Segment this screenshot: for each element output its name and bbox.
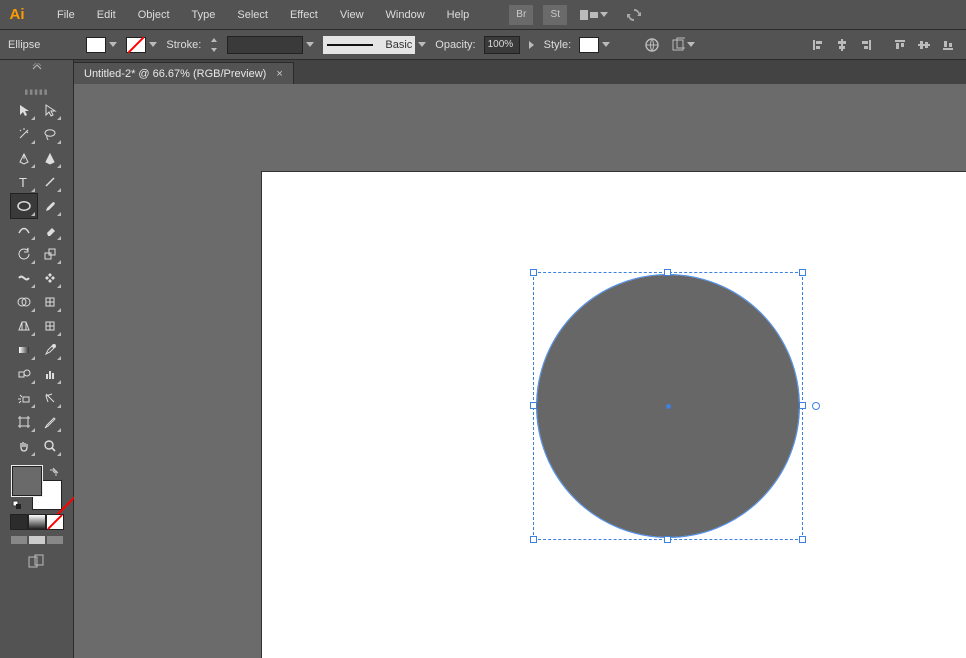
menu-effect[interactable]: Effect	[281, 5, 327, 25]
stroke-profile-dropdown[interactable]	[227, 36, 315, 54]
selection-bounding-box[interactable]	[533, 272, 803, 540]
opacity-field[interactable]: 100%	[484, 36, 520, 54]
chevron-down-icon	[418, 42, 427, 47]
tool-panel: ▮▮▮▮▮ T	[0, 84, 74, 658]
app-logo: Ai	[6, 6, 28, 23]
swap-fill-stroke-icon[interactable]	[48, 466, 60, 478]
curvature-tool[interactable]	[37, 146, 63, 170]
color-mode-none[interactable]	[46, 514, 64, 530]
opacity-label: Opacity:	[435, 39, 475, 51]
opacity-slider-toggle[interactable]	[528, 41, 536, 49]
bridge-button[interactable]: Br	[509, 5, 533, 25]
brush-dropdown[interactable]: Basic	[323, 36, 427, 54]
resize-handle-mr[interactable]	[799, 402, 806, 409]
menu-file[interactable]: File	[48, 5, 84, 25]
menu-object[interactable]: Object	[129, 5, 179, 25]
ellipse-tool[interactable]	[11, 194, 37, 218]
mesh-tool[interactable]	[37, 314, 63, 338]
brush-name: Basic	[385, 39, 412, 51]
stroke-label: Stroke:	[166, 39, 201, 51]
menu-view[interactable]: View	[331, 5, 373, 25]
align-right-button[interactable]	[856, 36, 876, 54]
perspective-grid-tool[interactable]	[11, 314, 37, 338]
transform-panel-button[interactable]	[671, 36, 693, 54]
lasso-tool[interactable]	[37, 122, 63, 146]
pie-widget-handle[interactable]	[812, 402, 820, 410]
menu-help[interactable]: Help	[438, 5, 479, 25]
stroke-weight-field[interactable]	[209, 37, 219, 53]
paintbrush-tool[interactable]	[37, 194, 63, 218]
svg-text:T: T	[19, 175, 27, 189]
chevron-down-icon	[149, 42, 158, 47]
column-graph-tool[interactable]	[37, 362, 63, 386]
color-mode-solid[interactable]	[10, 514, 28, 530]
default-fill-stroke-icon[interactable]	[12, 500, 22, 510]
scale-tool[interactable]	[37, 242, 63, 266]
chevron-down-icon	[109, 42, 118, 47]
style-label: Style:	[544, 39, 572, 51]
chevron-down-icon	[602, 42, 611, 47]
resize-handle-tl[interactable]	[530, 269, 537, 276]
live-paint-bucket-tool[interactable]	[37, 290, 63, 314]
zoom-tool[interactable]	[37, 434, 63, 458]
stroke-swatch[interactable]	[126, 37, 158, 53]
type-tool[interactable]: T	[11, 170, 37, 194]
blend-tool[interactable]	[11, 362, 37, 386]
line-segment-tool[interactable]	[37, 170, 63, 194]
fill-swatch[interactable]	[86, 37, 118, 53]
arrange-documents-button[interactable]	[580, 10, 609, 20]
eyedropper-tool[interactable]	[37, 338, 63, 362]
shape-builder-tool[interactable]	[11, 290, 37, 314]
shaper-tool[interactable]	[11, 218, 37, 242]
draw-mode-button[interactable]	[27, 554, 47, 573]
resize-handle-bm[interactable]	[664, 536, 671, 543]
chevron-down-icon	[600, 12, 609, 17]
document-title: Untitled-2* @ 66.67% (RGB/Preview)	[84, 68, 266, 80]
width-tool[interactable]	[11, 266, 37, 290]
document-tab[interactable]: Untitled-2* @ 66.67% (RGB/Preview) ×	[74, 62, 294, 84]
pen-tool[interactable]	[11, 146, 37, 170]
canvas-area[interactable]	[74, 84, 966, 658]
hand-tool[interactable]	[11, 434, 37, 458]
toolpanel-collapse-button[interactable]	[0, 60, 74, 84]
align-top-button[interactable]	[890, 36, 910, 54]
align-left-button[interactable]	[808, 36, 828, 54]
resize-handle-tr[interactable]	[799, 269, 806, 276]
align-bottom-button[interactable]	[938, 36, 958, 54]
fill-stroke-indicator[interactable]	[12, 466, 62, 510]
screen-mode-buttons[interactable]	[11, 536, 63, 544]
direct-selection-tool[interactable]	[37, 98, 63, 122]
active-tool-label: Ellipse	[8, 39, 40, 51]
menu-window[interactable]: Window	[377, 5, 434, 25]
menu-type[interactable]: Type	[183, 5, 225, 25]
resize-handle-ml[interactable]	[530, 402, 537, 409]
selection-tool[interactable]	[11, 98, 37, 122]
free-transform-tool[interactable]	[37, 266, 63, 290]
slice-tool[interactable]	[37, 386, 63, 410]
grip-icon[interactable]: ▮▮▮▮▮	[24, 88, 48, 96]
eraser-tool[interactable]	[37, 218, 63, 242]
magic-wand-tool[interactable]	[11, 122, 37, 146]
resize-handle-br[interactable]	[799, 536, 806, 543]
sync-settings-icon[interactable]	[625, 7, 643, 23]
selection-center-point	[666, 404, 671, 409]
fill-color-swatch[interactable]	[12, 466, 42, 496]
print-tiling-tool[interactable]	[37, 410, 63, 434]
close-tab-button[interactable]: ×	[276, 68, 282, 80]
menu-edit[interactable]: Edit	[88, 5, 125, 25]
resize-handle-tm[interactable]	[664, 269, 671, 276]
artboard-tool[interactable]	[11, 410, 37, 434]
resize-handle-bl[interactable]	[530, 536, 537, 543]
chevron-down-icon	[687, 42, 693, 47]
stock-button[interactable]: St	[543, 5, 567, 25]
symbol-sprayer-tool[interactable]	[11, 386, 37, 410]
align-hcenter-button[interactable]	[832, 36, 852, 54]
recolor-artwork-button[interactable]	[641, 36, 663, 54]
graphic-style-dropdown[interactable]	[579, 37, 611, 53]
align-vcenter-button[interactable]	[914, 36, 934, 54]
menu-select[interactable]: Select	[228, 5, 277, 25]
gradient-tool[interactable]	[11, 338, 37, 362]
rotate-tool[interactable]	[11, 242, 37, 266]
chevron-down-icon	[306, 42, 315, 47]
